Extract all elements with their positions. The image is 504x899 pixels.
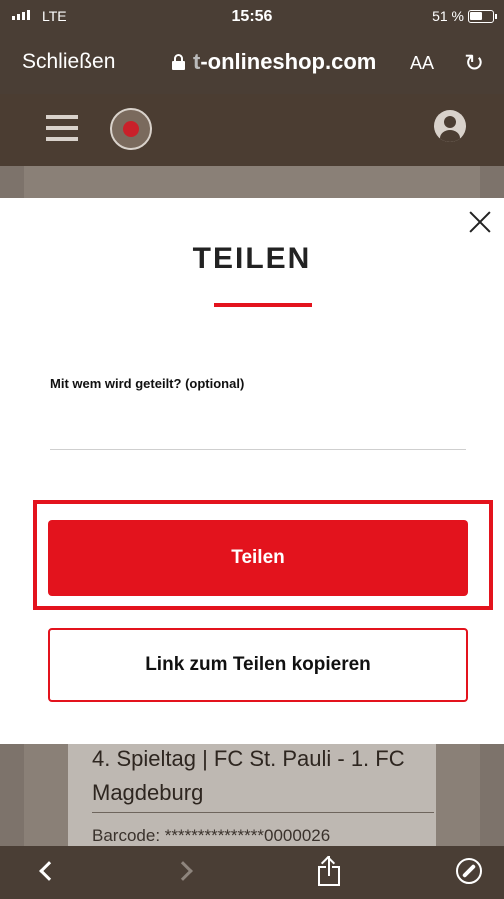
- share-recipient-label: Mit wem wird geteilt? (optional): [50, 376, 245, 391]
- share-recipient-input[interactable]: [50, 408, 466, 450]
- share-icon[interactable]: [318, 855, 340, 886]
- browser-toolbar: [0, 846, 504, 899]
- lock-icon: [172, 54, 185, 70]
- close-icon[interactable]: [466, 208, 494, 236]
- battery-percent: 51 %: [432, 8, 464, 24]
- url-display[interactable]: t-onlineshop.com: [172, 49, 376, 75]
- share-button[interactable]: Teilen: [48, 520, 468, 596]
- title-accent-line: [214, 303, 312, 307]
- club-logo[interactable]: [110, 108, 152, 150]
- hamburger-icon[interactable]: [46, 112, 78, 144]
- url-host: -onlineshop.com: [200, 49, 377, 74]
- event-title: 4. Spieltag | FC St. Pauli - 1. FC Magde…: [92, 746, 405, 805]
- close-browser-button[interactable]: Schließen: [22, 50, 115, 74]
- chevron-left-icon[interactable]: [39, 861, 59, 881]
- compass-icon[interactable]: [456, 858, 482, 884]
- user-icon[interactable]: [434, 110, 466, 142]
- status-time: 15:56: [231, 8, 273, 25]
- text-size-button[interactable]: AA: [410, 53, 434, 74]
- reload-icon[interactable]: ↻: [464, 49, 484, 78]
- copy-link-button[interactable]: Link zum Teilen kopieren: [48, 628, 468, 702]
- chevron-right-icon[interactable]: [173, 861, 193, 881]
- battery-status: 51 %: [432, 8, 497, 24]
- barcode-text: Barcode: ***************0000026: [92, 826, 331, 845]
- modal-title: TEILEN: [192, 242, 312, 275]
- divider: [92, 812, 434, 813]
- site-header: [0, 94, 504, 166]
- battery-icon: [468, 9, 497, 23]
- status-bar: LTE 15:56 51 %: [0, 0, 504, 36]
- browser-address-bar: Schließen t-onlineshop.com AA ↻: [0, 36, 504, 94]
